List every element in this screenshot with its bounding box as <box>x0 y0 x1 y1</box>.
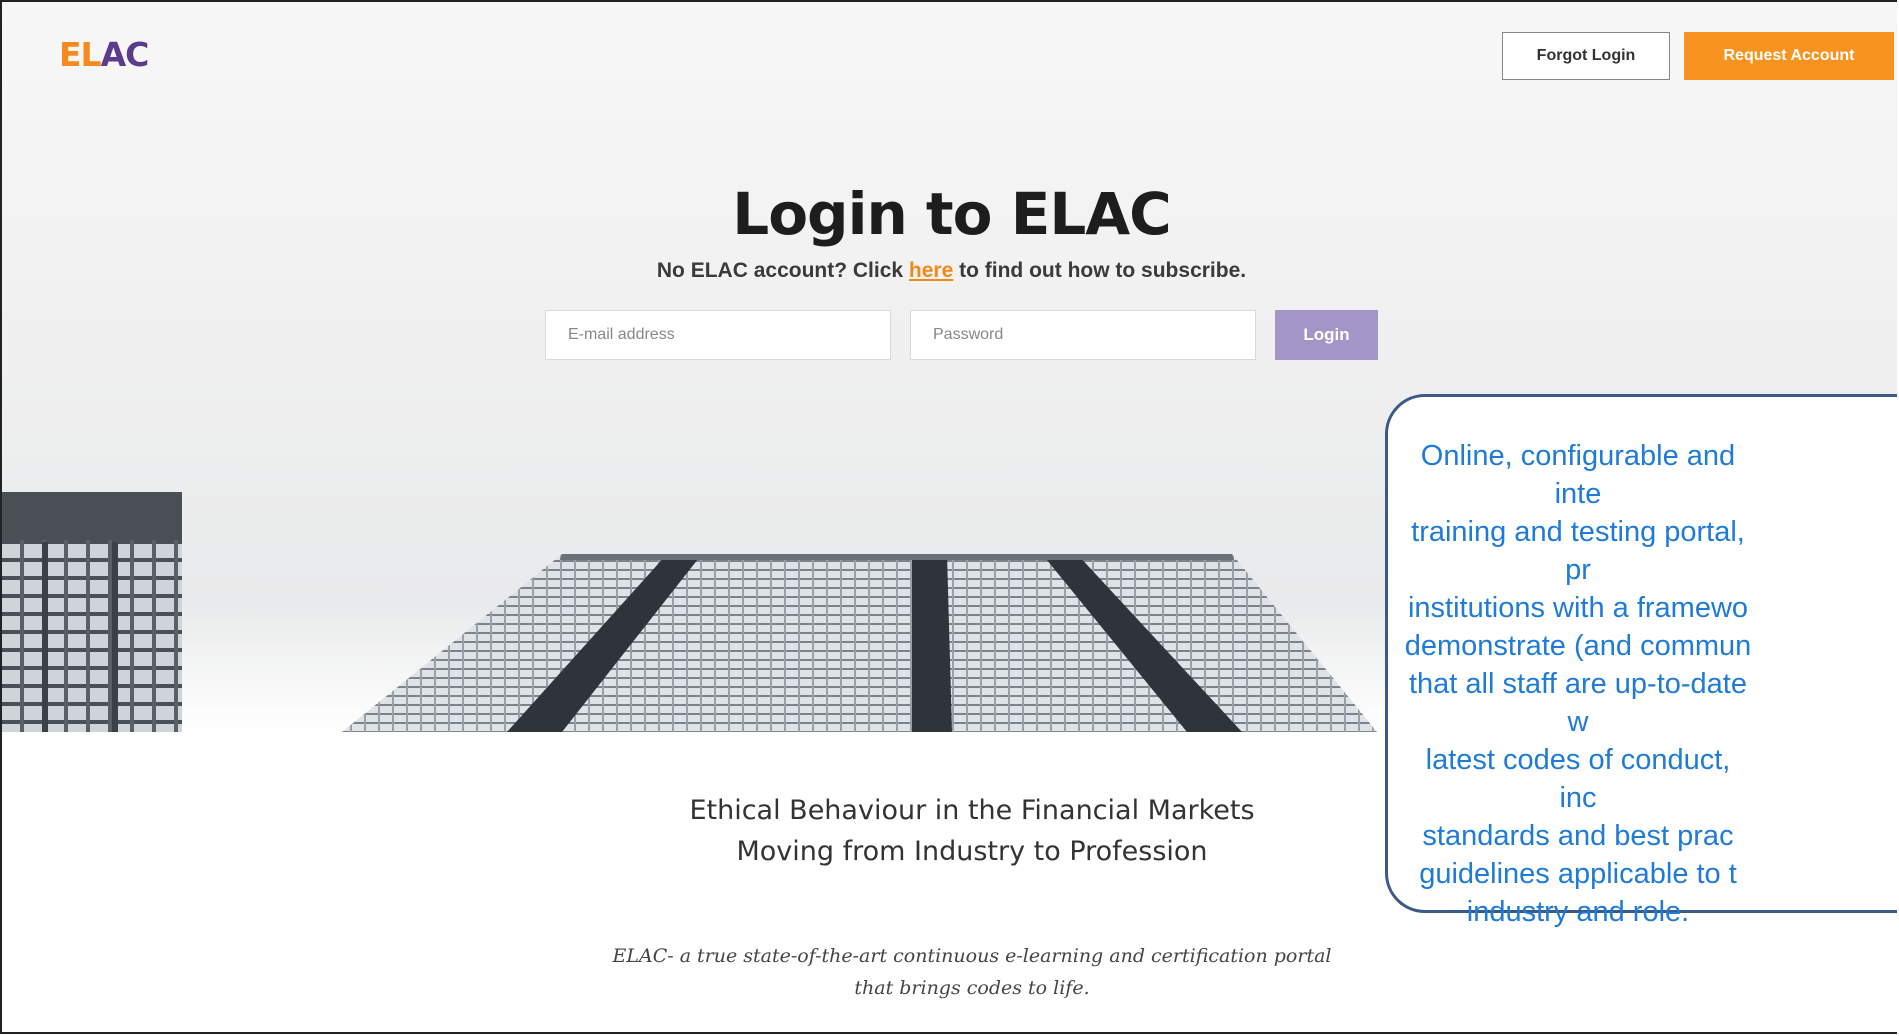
logo-part-2: AC <box>100 35 150 74</box>
subscribe-prompt-after: to find out how to subscribe. <box>953 259 1247 282</box>
password-field[interactable] <box>910 310 1256 360</box>
subscribe-prompt-before: No ELAC account? Click <box>656 259 909 282</box>
elac-logo[interactable]: ELAC <box>59 35 150 74</box>
description-callout: Online, configurable and inte training a… <box>1385 394 1897 928</box>
subscribe-here-link[interactable]: here <box>909 259 953 282</box>
logo-part-1: EL <box>59 35 102 74</box>
page-frame: ELAC Forgot Login Request Account Login … <box>0 0 1897 1034</box>
request-account-button[interactable]: Request Account <box>1684 32 1894 80</box>
callout-text: Online, configurable and inte training a… <box>1404 440 1752 928</box>
page-title: Login to ELAC <box>732 180 1171 248</box>
portal-description: ELAC- a true state-of-the-art continuous… <box>472 940 1472 1004</box>
login-button[interactable]: Login <box>1275 310 1378 360</box>
forgot-login-button[interactable]: Forgot Login <box>1502 32 1670 80</box>
tagline-line-1: Ethical Behaviour in the Financial Marke… <box>689 795 1255 826</box>
description-line-2: that brings codes to life. <box>854 977 1090 999</box>
tagline-line-2: Moving from Industry to Profession <box>736 836 1208 867</box>
description-line-1: ELAC- a true state-of-the-art continuous… <box>612 945 1332 967</box>
tagline: Ethical Behaviour in the Financial Marke… <box>472 790 1472 872</box>
email-field[interactable] <box>545 310 891 360</box>
subscribe-prompt: No ELAC account? Click here to find out … <box>2 259 1897 283</box>
